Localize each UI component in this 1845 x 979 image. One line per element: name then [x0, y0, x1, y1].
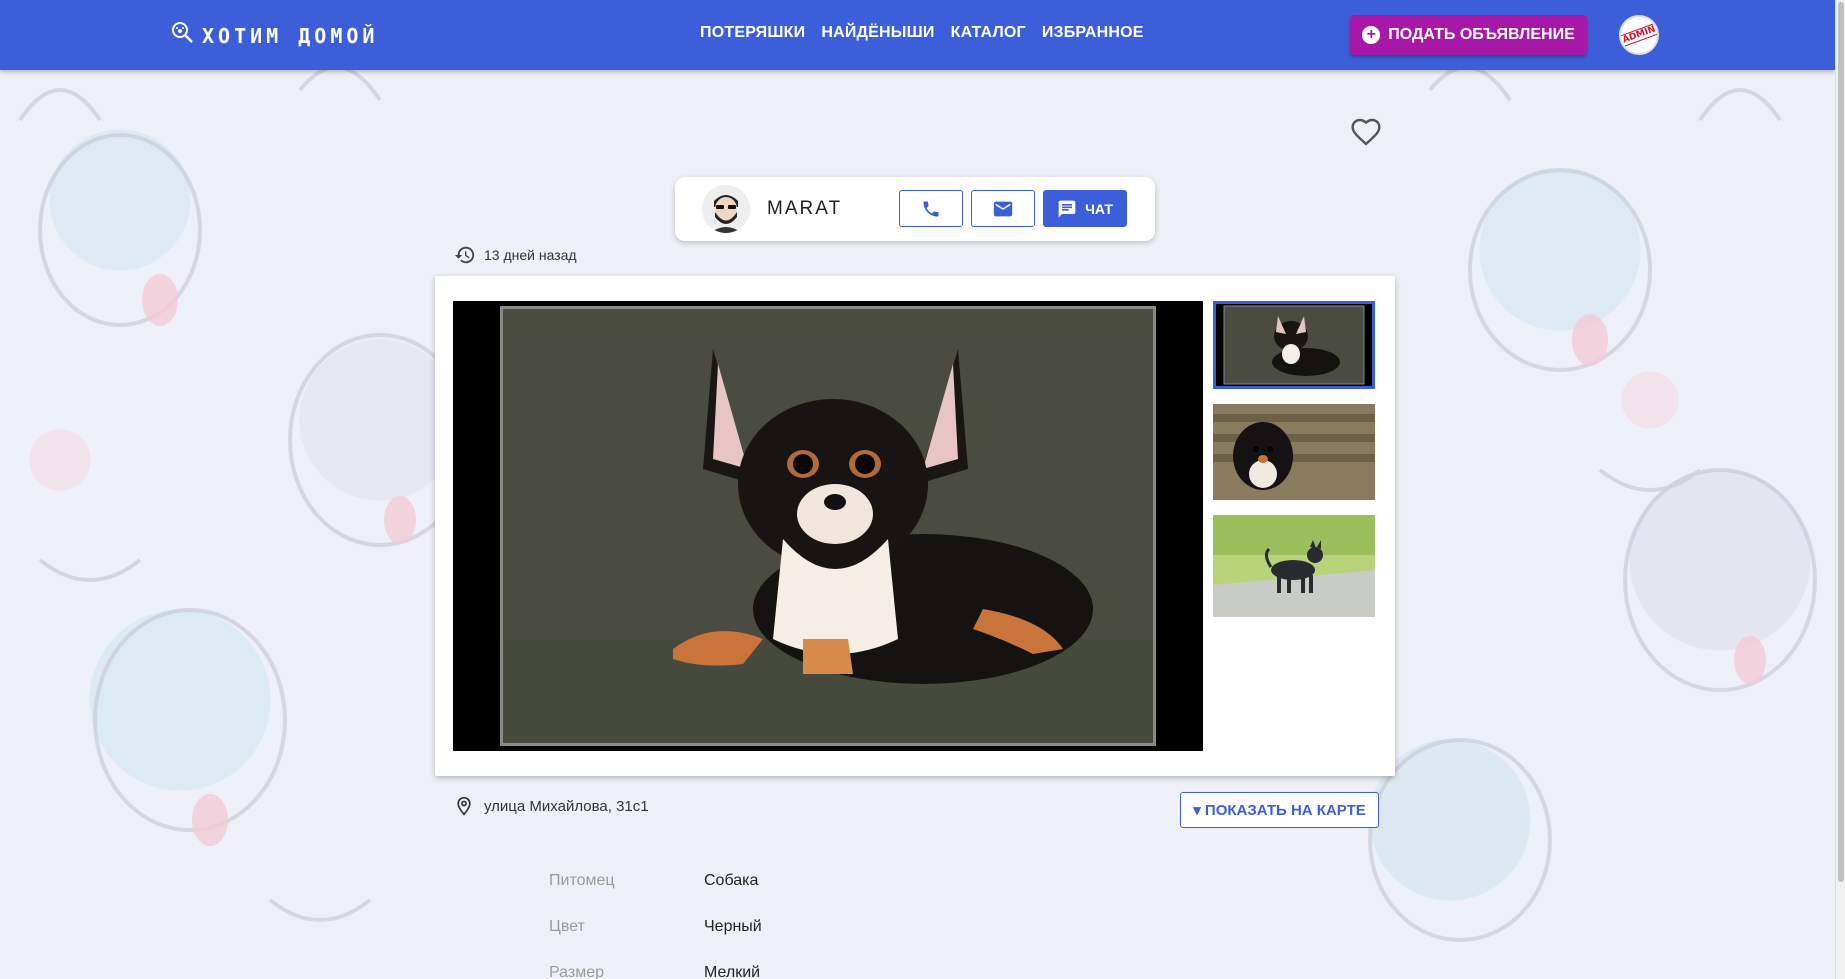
owner-avatar [702, 185, 750, 233]
address-text: улица Михайлова, 31с1 [484, 797, 649, 815]
property-key: Питомец [549, 872, 615, 889]
admin-stamp-text: ADMIN [1621, 22, 1657, 48]
posted-time-text: 13 дней назад [484, 247, 577, 263]
bearded-man-icon [702, 185, 750, 233]
chihuahua-image [503, 309, 1153, 743]
post-ad-button[interactable]: + ПОДАТЬ ОБЪЯВЛЕНИЕ [1350, 15, 1587, 55]
chat-label: ЧАТ [1085, 200, 1113, 217]
property-value: Черный [704, 918, 762, 935]
owner-card: MARAT ЧАТ [675, 177, 1155, 241]
pet-properties: Питомец Собака Цвет Черный Размер Мелкий [549, 872, 1049, 979]
photo-gallery [435, 276, 1395, 776]
nav-catalog[interactable]: КАТАЛОГ [951, 24, 1026, 42]
property-row: Размер Мелкий [549, 964, 1049, 979]
posted-time: 13 дней назад [454, 244, 577, 266]
location-row: улица Михайлова, 31с1 [454, 795, 649, 817]
chat-button[interactable]: ЧАТ [1043, 190, 1127, 227]
property-key: Цвет [549, 918, 585, 935]
post-ad-label: ПОДАТЬ ОБЪЯВЛЕНИЕ [1388, 26, 1575, 43]
gallery-thumb-1[interactable] [1213, 301, 1375, 389]
add-circle-icon: + [1362, 26, 1381, 44]
show-on-map-button[interactable]: ▾ ПОКАЗАТЬ НА КАРТЕ [1180, 792, 1379, 828]
user-avatar[interactable]: ADMIN [1619, 15, 1659, 55]
long-haired-chihuahua-thumb [1213, 404, 1375, 500]
nav-lost[interactable]: ПОТЕРЯШКИ [700, 24, 805, 42]
property-value: Собака [704, 872, 759, 889]
photo-frame [500, 306, 1156, 746]
nav-favorites[interactable]: ИЗБРАННОЕ [1042, 24, 1144, 42]
map-pin-icon [457, 796, 471, 816]
scrollbar-thumb[interactable] [1838, 2, 1844, 882]
show-on-map-label: ▾ ПОКАЗАТЬ НА КАРТЕ [1193, 802, 1366, 819]
logo-text: ХОТИМ ДОМОЙ [202, 24, 379, 48]
owner-name: MARAT [767, 198, 843, 219]
property-key: Размер [549, 964, 604, 979]
phone-icon [923, 201, 939, 216]
paw-search-icon [172, 22, 193, 43]
property-value: Мелкий [704, 964, 761, 979]
chihuahua-lying-thumb [1216, 304, 1372, 386]
nav-found[interactable]: НАЙДЁНЫШИ [821, 24, 934, 42]
logo[interactable]: ХОТИМ ДОМОЙ [170, 18, 378, 48]
mail-icon [993, 201, 1013, 216]
app-bar: ХОТИМ ДОМОЙ ПОТЕРЯШКИ НАЙДЁНЫШИ КАТАЛОГ … [0, 0, 1835, 70]
email-button[interactable] [971, 190, 1035, 227]
property-row: Цвет Черный [549, 918, 1049, 964]
gallery-thumb-3[interactable] [1213, 515, 1375, 617]
main-nav: ПОТЕРЯШКИ НАЙДЁНЫШИ КАТАЛОГ ИЗБРАННОЕ [700, 24, 1144, 42]
history-icon [454, 246, 475, 264]
property-row: Питомец Собака [549, 872, 1049, 918]
heart-outline-icon[interactable] [1350, 116, 1382, 148]
main-photo[interactable] [453, 301, 1203, 751]
call-button[interactable] [899, 190, 963, 227]
chihuahua-standing-thumb [1213, 515, 1375, 617]
chat-icon [1058, 200, 1076, 217]
page-scrollbar[interactable] [1835, 0, 1845, 979]
gallery-thumb-2[interactable] [1213, 404, 1375, 500]
